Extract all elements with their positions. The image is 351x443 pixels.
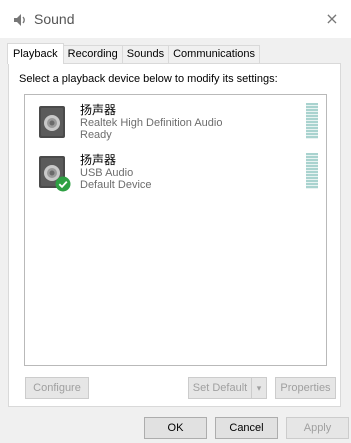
properties-button[interactable]: Properties [275,377,336,399]
configure-button[interactable]: Configure [25,377,89,399]
device-item[interactable]: 扬声器 USB Audio Default Device [25,148,326,198]
tab-communications[interactable]: Communications [168,45,261,63]
playback-panel: Select a playback device below to modify… [8,63,341,407]
device-description: USB Audio [80,167,134,179]
instruction-text: Select a playback device below to modify… [19,73,278,85]
close-button[interactable]: × [321,8,343,30]
ok-button[interactable]: OK [144,417,207,439]
window-title: Sound [34,11,75,27]
tab-strip: Playback Recording Sounds Communications [7,43,261,64]
device-item[interactable]: 扬声器 Realtek High Definition Audio Ready [25,98,326,148]
device-status: Ready [80,129,112,141]
device-name: 扬声器 [80,153,117,167]
set-default-button[interactable]: Set Default [188,377,252,399]
cancel-button[interactable]: Cancel [215,417,278,439]
tab-recording[interactable]: Recording [62,45,123,63]
default-device-check-icon [55,176,71,192]
set-default-dropdown-arrow[interactable]: ▾ [251,377,267,399]
device-status: Default Device [80,179,152,191]
volume-level-meter [306,153,318,189]
device-description: Realtek High Definition Audio [80,117,223,129]
volume-level-meter [306,103,318,139]
sound-app-icon [14,14,25,26]
dialog-body: Playback Recording Sounds Communications… [0,38,351,443]
device-list: 扬声器 Realtek High Definition Audio Ready [24,94,327,366]
tab-sounds[interactable]: Sounds [121,45,170,63]
tab-playback[interactable]: Playback [7,43,64,64]
apply-button[interactable]: Apply [286,417,349,439]
speaker-icon [39,106,65,138]
title-bar: Sound × [0,0,351,38]
device-name: 扬声器 [80,103,117,117]
